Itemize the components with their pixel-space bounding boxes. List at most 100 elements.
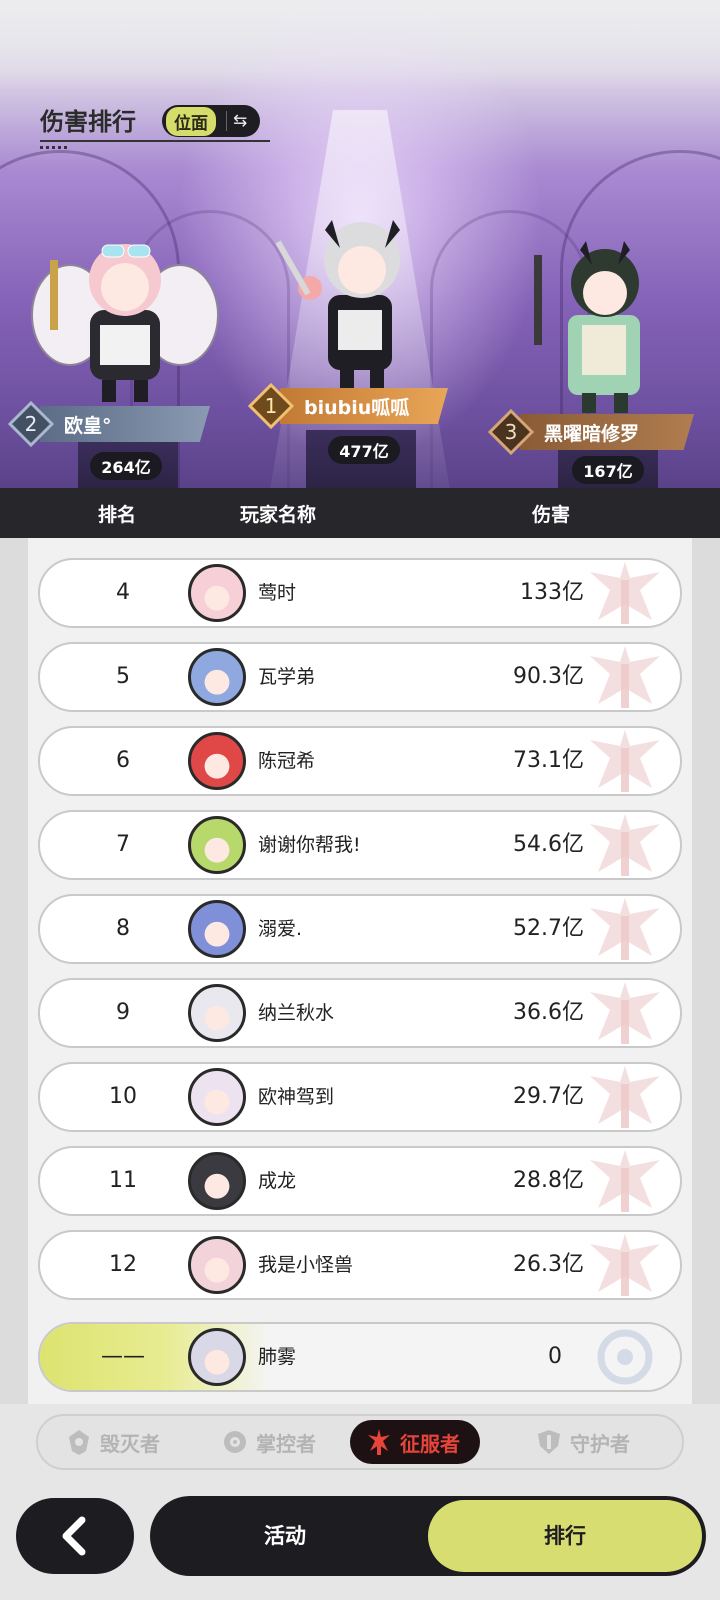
player-avatar[interactable] — [188, 732, 246, 790]
conqueror-watermark-icon — [590, 730, 660, 792]
podium-damage-3: 167亿 — [572, 456, 644, 484]
row-rank: 8 — [116, 916, 130, 941]
row-damage: 29.7亿 — [513, 1084, 584, 1109]
row-damage: 28.8亿 — [513, 1168, 584, 1193]
row-rank: 12 — [109, 1252, 137, 1277]
table-row[interactable]: 7 谢谢你帮我! 54.6亿 — [38, 810, 682, 880]
nav-activity-button[interactable]: 活动 — [150, 1496, 420, 1576]
ranking-screen: 2 欧皇° 1 biubiu呱呱 3 黑曜暗修罗 264亿 477亿 167亿 … — [0, 0, 720, 1600]
tab-conqueror[interactable]: 征服者 — [350, 1420, 480, 1464]
table-row[interactable]: 8 溺爱. 52.7亿 — [38, 894, 682, 964]
table-row[interactable]: 4 莺时 133亿 — [38, 558, 682, 628]
svg-text:1: 1 — [265, 394, 278, 418]
back-button[interactable] — [16, 1498, 134, 1574]
table-row[interactable]: 6 陈冠希 73.1亿 — [38, 726, 682, 796]
bottom-nav: 活动 排行 — [0, 1480, 720, 1600]
realm-toggle-button[interactable]: 位面 ⇆ — [162, 105, 260, 137]
row-damage: 52.7亿 — [513, 916, 584, 941]
tab-controller[interactable]: 掌控者 — [220, 1420, 316, 1464]
main-nav: 活动 排行 — [150, 1496, 706, 1576]
column-rank: 排名 — [98, 504, 137, 526]
row-rank: 4 — [116, 580, 130, 605]
table-row[interactable]: 9 纳兰秋水 36.6亿 — [38, 978, 682, 1048]
podium-plate-2: 2 欧皇° — [8, 401, 210, 447]
tab-guardian[interactable]: 守护者 — [534, 1420, 630, 1464]
row-rank: 5 — [116, 664, 130, 689]
rank-1-badge-icon: 1 — [248, 383, 294, 429]
player-avatar[interactable] — [188, 1068, 246, 1126]
column-player-name: 玩家名称 — [240, 504, 317, 526]
podium-character-2[interactable] — [30, 215, 220, 405]
player-avatar[interactable] — [188, 1152, 246, 1210]
guardian-emblem-icon — [538, 1430, 560, 1454]
row-rank: 7 — [116, 832, 130, 857]
svg-text:2: 2 — [25, 412, 38, 436]
row-damage: 36.6亿 — [513, 1000, 584, 1025]
nav-ranking-button[interactable]: 排行 — [428, 1500, 702, 1572]
guardian-watermark-icon — [597, 1329, 653, 1385]
conqueror-emblem-icon — [368, 1429, 390, 1455]
column-damage: 伤害 — [532, 504, 571, 526]
svg-text:3: 3 — [505, 420, 518, 444]
conqueror-watermark-icon — [590, 1150, 660, 1212]
conqueror-watermark-icon — [590, 898, 660, 960]
player-avatar[interactable] — [188, 900, 246, 958]
table-row[interactable]: 11 成龙 28.8亿 — [38, 1146, 682, 1216]
back-chevron-icon — [62, 1516, 86, 1556]
podium-plate-3: 3 黑曜暗修罗 — [488, 409, 694, 455]
conqueror-watermark-icon — [590, 562, 660, 624]
row-damage: 133亿 — [520, 580, 584, 605]
row-damage: 54.6亿 — [513, 832, 584, 857]
self-damage: 0 — [548, 1344, 562, 1369]
row-player-name: 陈冠希 — [258, 750, 316, 772]
conqueror-watermark-icon — [590, 814, 660, 876]
swap-arrows-icon: ⇆ — [226, 111, 247, 131]
self-rank-row[interactable]: —— 肺雾 0 — [38, 1322, 682, 1392]
player-avatar[interactable] — [188, 564, 246, 622]
player-avatar[interactable] — [188, 816, 246, 874]
player-avatar[interactable] — [188, 1236, 246, 1294]
podium-plate-1: 1 biubiu呱呱 — [248, 383, 448, 429]
table-row[interactable]: 5 瓦学弟 90.3亿 — [38, 642, 682, 712]
self-rank: —— — [101, 1344, 145, 1369]
row-rank: 10 — [109, 1084, 137, 1109]
tab-destroyer[interactable]: 毁灭者 — [64, 1420, 160, 1464]
row-player-name: 欧神驾到 — [258, 1086, 335, 1108]
tab-controller-label: 掌控者 — [256, 1431, 316, 1456]
player-avatar[interactable] — [188, 648, 246, 706]
row-player-name: 我是小怪兽 — [258, 1254, 354, 1276]
self-avatar[interactable] — [188, 1328, 246, 1386]
conqueror-watermark-icon — [590, 646, 660, 708]
self-player-name: 肺雾 — [258, 1346, 297, 1368]
podium-damage-1: 477亿 — [328, 436, 400, 464]
table-header: 排名 玩家名称 伤害 — [0, 488, 720, 538]
controller-emblem-icon — [224, 1431, 246, 1453]
podium-character-1[interactable] — [270, 200, 450, 400]
row-damage: 73.1亿 — [513, 748, 584, 773]
tab-conqueror-label: 征服者 — [400, 1431, 460, 1456]
row-player-name: 谢谢你帮我! — [258, 834, 361, 856]
podium-character-3[interactable] — [520, 225, 690, 415]
podium-name-1: biubiu呱呱 — [280, 388, 448, 424]
row-damage: 90.3亿 — [513, 664, 584, 689]
row-player-name: 莺时 — [258, 582, 297, 604]
player-avatar[interactable] — [188, 984, 246, 1042]
rank-3-badge-icon: 3 — [488, 409, 534, 455]
row-rank: 6 — [116, 748, 130, 773]
row-damage: 26.3亿 — [513, 1252, 584, 1277]
row-player-name: 瓦学弟 — [258, 666, 316, 688]
tab-destroyer-label: 毁灭者 — [100, 1431, 160, 1456]
tab-guardian-label: 守护者 — [570, 1431, 630, 1456]
row-player-name: 纳兰秋水 — [258, 1002, 335, 1024]
rank-2-badge-icon: 2 — [8, 401, 54, 447]
table-row[interactable]: 10 欧神驾到 29.7亿 — [38, 1062, 682, 1132]
podium-banner: 2 欧皇° 1 biubiu呱呱 3 黑曜暗修罗 264亿 477亿 167亿 … — [0, 0, 720, 488]
realm-toggle-label: 位面 — [166, 106, 216, 136]
class-tabs: 毁灭者 掌控者 征服者 守护者 — [36, 1414, 684, 1470]
podium-damage-2: 264亿 — [90, 452, 162, 480]
row-player-name: 溺爱. — [258, 918, 303, 940]
row-rank: 9 — [116, 1000, 130, 1025]
destroyer-emblem-icon — [69, 1430, 89, 1455]
page-title: 伤害排行 — [40, 108, 136, 136]
table-row[interactable]: 12 我是小怪兽 26.3亿 — [38, 1230, 682, 1300]
